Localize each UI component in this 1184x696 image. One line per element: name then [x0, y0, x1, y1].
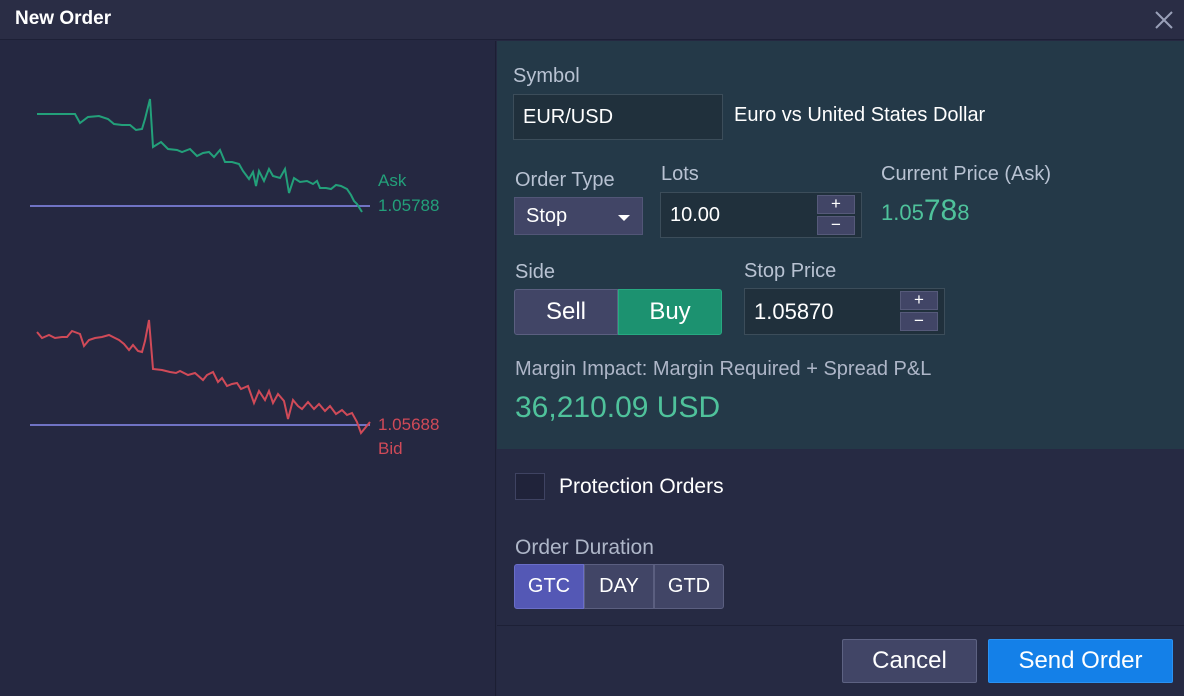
order-form-panel: Symbol EUR/USD Euro vs United States Dol…: [497, 41, 1184, 696]
lots-label: Lots: [661, 163, 699, 185]
chevron-down-icon: [618, 215, 630, 221]
send-order-button[interactable]: Send Order: [988, 639, 1173, 683]
lots-decrement-button[interactable]: −: [817, 216, 855, 235]
lots-stepper: + −: [817, 195, 855, 235]
current-price-label: Current Price (Ask): [881, 163, 1052, 185]
order-details-section: Symbol EUR/USD Euro vs United States Dol…: [497, 41, 1184, 449]
lots-value: 10.00: [670, 203, 721, 226]
duration-day-button[interactable]: DAY: [584, 564, 654, 609]
order-type-label: Order Type: [515, 169, 615, 191]
side-label: Side: [515, 261, 556, 283]
lots-increment-button[interactable]: +: [817, 195, 855, 214]
sell-button[interactable]: Sell: [514, 289, 618, 335]
duration-gtc-button[interactable]: GTC: [514, 564, 584, 609]
window-title: New Order: [15, 8, 112, 29]
ask-price-label: 1.05788: [378, 196, 440, 215]
protection-orders-label: Protection Orders: [559, 475, 724, 498]
buy-button[interactable]: Buy: [618, 289, 722, 335]
order-type-select[interactable]: Stop: [514, 197, 643, 235]
price-chart: [30, 98, 371, 435]
lots-input[interactable]: 10.00 + −: [660, 192, 862, 238]
protection-orders-checkbox[interactable]: [515, 473, 545, 500]
current-price-value: 1.05788: [881, 194, 969, 228]
margin-impact-value: 36,210.09 USD: [515, 391, 721, 424]
current-price-pips: 78: [923, 194, 958, 227]
order-duration-label: Order Duration: [515, 536, 654, 559]
stop-price-decrement-button[interactable]: −: [900, 312, 938, 331]
cancel-button[interactable]: Cancel: [842, 639, 977, 683]
current-price-pipette: 8: [957, 200, 970, 225]
ask-label: Ask: [378, 171, 407, 190]
price-chart-panel: Ask 1.05788 1.05688 Bid: [0, 41, 496, 696]
stop-price-input[interactable]: 1.05870 + −: [744, 288, 945, 335]
symbol-description: Euro vs United States Dollar: [734, 104, 986, 126]
symbol-input[interactable]: EUR/USD: [513, 94, 723, 140]
footer-divider: [497, 625, 1184, 626]
order-type-value: Stop: [526, 204, 568, 227]
stop-price-label: Stop Price: [744, 260, 837, 282]
stop-price-increment-button[interactable]: +: [900, 291, 938, 310]
bid-label: Bid: [378, 439, 403, 458]
duration-gtd-button[interactable]: GTD: [654, 564, 724, 609]
stop-price-value: 1.05870: [754, 298, 834, 324]
stop-price-stepper: + −: [900, 291, 938, 331]
close-icon[interactable]: [1152, 8, 1176, 32]
symbol-label: Symbol: [513, 65, 580, 87]
title-bar: New Order: [0, 0, 1184, 40]
margin-impact-label: Margin Impact: Margin Required + Spread …: [515, 358, 932, 380]
bid-line: [36, 319, 371, 435]
ask-line: [37, 98, 363, 213]
bid-price-label: 1.05688: [378, 415, 440, 434]
current-price-prefix: 1.05: [881, 200, 924, 225]
